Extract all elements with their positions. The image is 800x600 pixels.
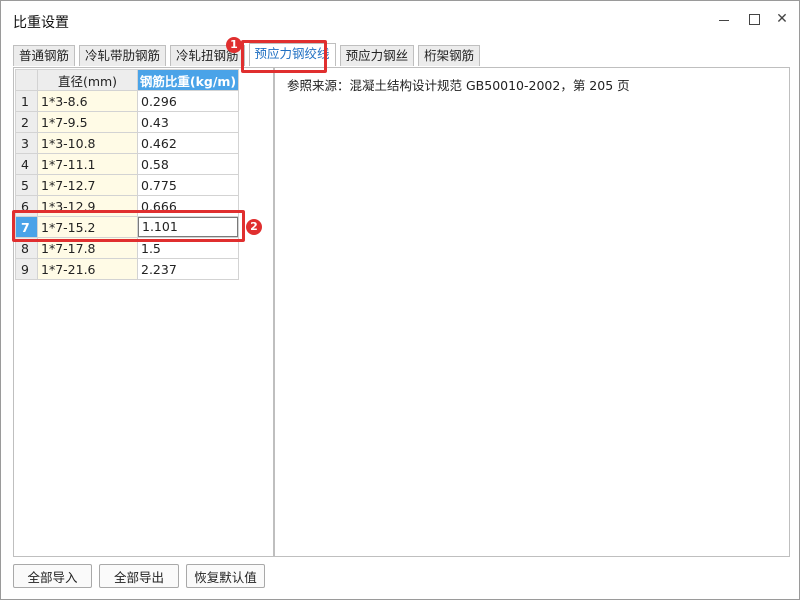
row-number[interactable]: 5 <box>15 174 38 196</box>
row-number[interactable]: 4 <box>15 153 38 175</box>
table-row[interactable]: 1 1*3-8.6 0.296 <box>15 90 239 112</box>
minimize-button[interactable] <box>711 8 737 30</box>
row-number[interactable]: 3 <box>15 132 38 154</box>
row-number[interactable]: 2 <box>15 111 38 133</box>
table-row[interactable]: 9 1*7-21.6 2.237 <box>15 258 239 280</box>
column-header-weight[interactable]: 钢筋比重(kg/m) <box>137 69 239 91</box>
weight-cell[interactable]: 2.237 <box>137 258 239 280</box>
weight-cell[interactable]: 1.5 <box>137 237 239 259</box>
table-row[interactable]: 2 1*7-9.5 0.43 <box>15 111 239 133</box>
close-button[interactable]: ✕ <box>769 8 795 30</box>
table-row[interactable]: 5 1*7-12.7 0.775 <box>15 174 239 196</box>
diameter-cell[interactable]: 1*7-21.6 <box>37 258 138 280</box>
dialog-window: 比重设置 ✕ 普通钢筋 冷轧带肋钢筋 冷轧扭钢筋 预应力钢绞线 预应力钢丝 桁架… <box>0 0 800 600</box>
window-title: 比重设置 <box>13 15 69 31</box>
diameter-cell[interactable]: 1*7-17.8 <box>37 237 138 259</box>
weight-cell[interactable]: 0.296 <box>137 90 239 112</box>
weight-cell[interactable]: 1.101 <box>137 216 239 238</box>
table-row[interactable]: 4 1*7-11.1 0.58 <box>15 153 239 175</box>
table-row[interactable]: 3 1*3-10.8 0.462 <box>15 132 239 154</box>
row-number[interactable]: 8 <box>15 237 38 259</box>
import-all-button[interactable]: 全部导入 <box>13 564 92 588</box>
row-number[interactable]: 9 <box>15 258 38 280</box>
diameter-cell[interactable]: 1*7-11.1 <box>37 153 138 175</box>
weight-cell[interactable]: 0.666 <box>137 195 239 217</box>
weight-cell[interactable]: 0.43 <box>137 111 239 133</box>
weight-table: 直径(mm) 钢筋比重(kg/m) 1 1*3-8.6 0.296 2 1*7-… <box>15 69 239 280</box>
weight-table-panel: 直径(mm) 钢筋比重(kg/m) 1 1*3-8.6 0.296 2 1*7-… <box>13 67 274 557</box>
minimize-icon <box>719 19 729 21</box>
tab-ordinary-rebar[interactable]: 普通钢筋 <box>13 45 76 66</box>
row-number[interactable]: 6 <box>15 195 38 217</box>
row-number[interactable]: 7 <box>15 216 38 238</box>
row-number[interactable]: 1 <box>15 90 38 112</box>
row-number-header <box>15 69 38 91</box>
tab-truss-rebar[interactable]: 桁架钢筋 <box>418 45 481 66</box>
maximize-icon <box>748 13 760 25</box>
diameter-cell[interactable]: 1*3-8.6 <box>37 90 138 112</box>
reference-panel: 参照来源：混凝土结构设计规范 GB50010-2002，第 205 页 <box>274 67 790 557</box>
annotation-marker-1: 1 <box>226 37 242 53</box>
diameter-cell[interactable]: 1*7-15.2 <box>37 216 138 238</box>
tab-prestressed-wire[interactable]: 预应力钢丝 <box>339 45 415 66</box>
weight-cell-editor[interactable]: 1.101 <box>138 217 238 237</box>
column-header-diameter[interactable]: 直径(mm) <box>37 69 138 91</box>
annotation-marker-2: 2 <box>246 219 262 235</box>
restore-default-button[interactable]: 恢复默认值 <box>186 564 265 588</box>
table-row[interactable]: 6 1*3-12.9 0.666 <box>15 195 239 217</box>
diameter-cell[interactable]: 1*3-10.8 <box>37 132 138 154</box>
table-header-row: 直径(mm) 钢筋比重(kg/m) <box>15 69 239 91</box>
table-row-selected[interactable]: 7 1*7-15.2 1.101 <box>15 216 239 238</box>
close-icon: ✕ <box>776 11 788 27</box>
maximize-button[interactable] <box>741 8 767 30</box>
tab-prestressed-strand[interactable]: 预应力钢绞线 <box>248 43 336 66</box>
diameter-cell[interactable]: 1*7-12.7 <box>37 174 138 196</box>
export-all-button[interactable]: 全部导出 <box>99 564 179 588</box>
weight-cell[interactable]: 0.58 <box>137 153 239 175</box>
reference-source-text: 参照来源：混凝土结构设计规范 GB50010-2002，第 205 页 <box>287 78 630 93</box>
weight-cell[interactable]: 0.462 <box>137 132 239 154</box>
tab-cold-rolled-ribbed-rebar[interactable]: 冷轧带肋钢筋 <box>79 45 167 66</box>
diameter-cell[interactable]: 1*7-9.5 <box>37 111 138 133</box>
weight-cell[interactable]: 0.775 <box>137 174 239 196</box>
tab-bar: 普通钢筋 冷轧带肋钢筋 冷轧扭钢筋 预应力钢绞线 预应力钢丝 桁架钢筋 <box>13 43 484 67</box>
table-row[interactable]: 8 1*7-17.8 1.5 <box>15 237 239 259</box>
title-bar[interactable]: 比重设置 ✕ <box>1 1 799 39</box>
diameter-cell[interactable]: 1*3-12.9 <box>37 195 138 217</box>
